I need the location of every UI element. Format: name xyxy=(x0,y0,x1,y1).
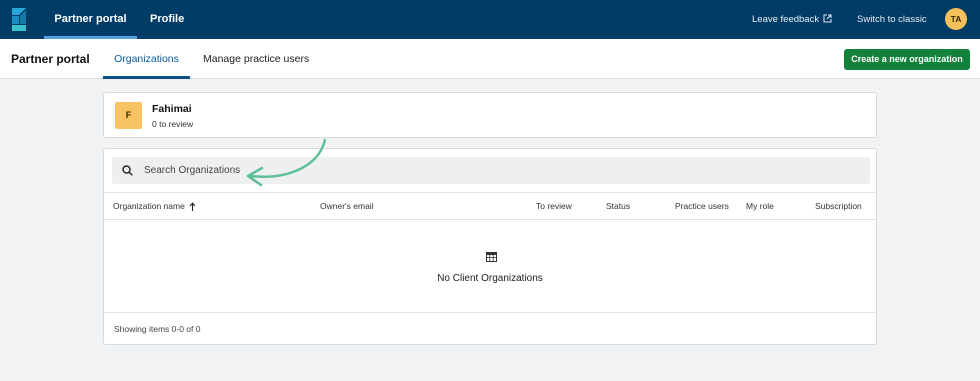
table-grid-icon xyxy=(486,252,497,262)
arrow-up-icon[interactable] xyxy=(189,202,196,212)
tab-manage-practice-users[interactable]: Manage practice users xyxy=(203,39,309,79)
table-footer: Showing items 0-0 of 0 xyxy=(104,312,876,345)
column-header-subscription[interactable]: Subscription xyxy=(815,193,862,220)
empty-state-text: No Client Organizations xyxy=(437,273,543,284)
column-header-label: Organization name xyxy=(113,201,185,211)
tab-organizations[interactable]: Organizations xyxy=(103,39,190,79)
partner-review-count: 0 to review xyxy=(152,119,194,129)
partner-name: Fahimai xyxy=(152,103,192,115)
create-organization-button[interactable]: Create a new organization xyxy=(844,49,970,70)
partner-avatar: F xyxy=(115,102,142,129)
column-header-to-review[interactable]: To review xyxy=(536,193,572,220)
search-bar[interactable] xyxy=(112,157,870,184)
column-header-status[interactable]: Status xyxy=(606,193,630,220)
search-input[interactable] xyxy=(144,157,844,184)
leave-feedback-link[interactable]: Leave feedback xyxy=(752,0,819,39)
page-header-bar: Partner portal Organizations Manage prac… xyxy=(0,39,980,79)
organizations-table-card: Organization name Owner's email To revie… xyxy=(103,148,877,345)
switch-to-classic-link[interactable]: Switch to classic xyxy=(857,0,927,39)
column-header-organization-name[interactable]: Organization name xyxy=(113,193,196,220)
page-title: Partner portal xyxy=(11,52,90,66)
table-header: Organization name Owner's email To revie… xyxy=(104,192,876,220)
external-link-icon xyxy=(823,14,832,23)
partner-card[interactable]: F Fahimai 0 to review xyxy=(103,92,877,138)
user-avatar[interactable]: TA xyxy=(945,8,967,30)
column-header-owners-email[interactable]: Owner's email xyxy=(320,193,374,220)
search-icon xyxy=(122,165,133,176)
pagination-summary: Showing items 0-0 of 0 xyxy=(114,324,201,334)
column-header-practice-users[interactable]: Practice users xyxy=(675,193,729,220)
app-logo-icon[interactable] xyxy=(10,8,28,31)
topnav-profile[interactable]: Profile xyxy=(150,0,184,39)
topnav-partner-portal[interactable]: Partner portal xyxy=(44,0,137,39)
column-header-my-role[interactable]: My role xyxy=(746,193,774,220)
top-navigation-bar: Partner portal Profile Leave feedback Sw… xyxy=(0,0,980,39)
